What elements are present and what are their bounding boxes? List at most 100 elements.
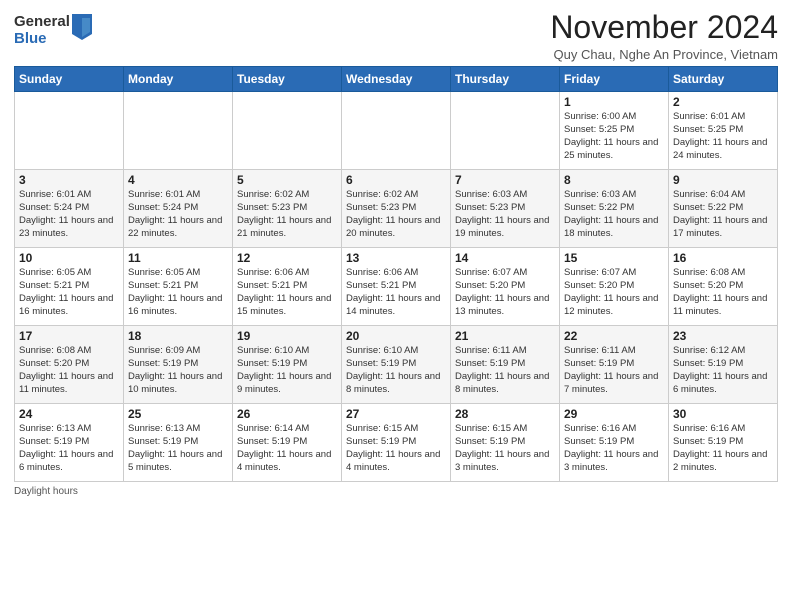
day-number: 29	[564, 407, 664, 421]
calendar-cell: 7 Sunrise: 6:03 AM Sunset: 5:23 PM Daylig…	[451, 170, 560, 248]
calendar-cell: 1Sunrise: 6:00 AM Sunset: 5:25 PM Daylig…	[560, 92, 669, 170]
week-row-3: 10 Sunrise: 6:05 AM Sunset: 5:21 PM Dayli…	[15, 248, 778, 326]
col-header-monday: Monday	[124, 67, 233, 92]
calendar-cell	[15, 92, 124, 170]
calendar-cell	[233, 92, 342, 170]
calendar-header-row: SundayMondayTuesdayWednesdayThursdayFrid…	[15, 67, 778, 92]
week-row-4: 17 Sunrise: 6:08 AM Sunset: 5:20 PM Dayli…	[15, 326, 778, 404]
day-info: Sunrise: 6:16 AM Sunset: 5:19 PM Dayligh…	[564, 423, 664, 474]
day-number: 15	[564, 251, 664, 265]
calendar-cell: 15 Sunrise: 6:07 AM Sunset: 5:20 PM Dayli…	[560, 248, 669, 326]
day-number: 12	[237, 251, 337, 265]
col-header-wednesday: Wednesday	[342, 67, 451, 92]
week-row-5: 24 Sunrise: 6:13 AM Sunset: 5:19 PM Dayli…	[15, 404, 778, 482]
day-info: Sunrise: 6:02 AM Sunset: 5:23 PM Dayligh…	[346, 189, 446, 240]
day-number: 28	[455, 407, 555, 421]
day-number: 6	[346, 173, 446, 187]
calendar-table: SundayMondayTuesdayWednesdayThursdayFrid…	[14, 66, 778, 482]
day-info: Sunrise: 6:11 AM Sunset: 5:19 PM Dayligh…	[564, 345, 664, 396]
day-number: 23	[673, 329, 773, 343]
header: General Blue November 2024 Quy Chau, Ngh…	[14, 10, 778, 62]
calendar-cell	[124, 92, 233, 170]
day-number: 18	[128, 329, 228, 343]
logo: General Blue	[14, 14, 92, 47]
day-number: 27	[346, 407, 446, 421]
day-info: Sunrise: 6:10 AM Sunset: 5:19 PM Dayligh…	[237, 345, 337, 396]
col-header-thursday: Thursday	[451, 67, 560, 92]
day-info: Sunrise: 6:11 AM Sunset: 5:19 PM Dayligh…	[455, 345, 555, 396]
calendar-cell: 20Sunrise: 6:10 AM Sunset: 5:19 PM Dayli…	[342, 326, 451, 404]
logo-blue: Blue	[14, 31, 70, 48]
day-number: 17	[19, 329, 119, 343]
day-info: Sunrise: 6:06 AM Sunset: 5:21 PM Dayligh…	[346, 267, 446, 318]
day-info: Sunrise: 6:10 AM Sunset: 5:19 PM Dayligh…	[346, 345, 446, 396]
day-number: 22	[564, 329, 664, 343]
col-header-friday: Friday	[560, 67, 669, 92]
day-info: Sunrise: 6:13 AM Sunset: 5:19 PM Dayligh…	[19, 423, 119, 474]
day-info: Sunrise: 6:06 AM Sunset: 5:21 PM Dayligh…	[237, 267, 337, 318]
day-info: Sunrise: 6:03 AM Sunset: 5:22 PM Dayligh…	[564, 189, 664, 240]
calendar-cell: 14Sunrise: 6:07 AM Sunset: 5:20 PM Dayli…	[451, 248, 560, 326]
day-info: Sunrise: 6:08 AM Sunset: 5:20 PM Dayligh…	[19, 345, 119, 396]
col-header-tuesday: Tuesday	[233, 67, 342, 92]
page-container: General Blue November 2024 Quy Chau, Ngh…	[0, 0, 792, 503]
calendar-cell: 11Sunrise: 6:05 AM Sunset: 5:21 PM Dayli…	[124, 248, 233, 326]
calendar-cell: 17 Sunrise: 6:08 AM Sunset: 5:20 PM Dayli…	[15, 326, 124, 404]
day-number: 13	[346, 251, 446, 265]
day-number: 11	[128, 251, 228, 265]
day-info: Sunrise: 6:01 AM Sunset: 5:24 PM Dayligh…	[128, 189, 228, 240]
calendar-cell: 30 Sunrise: 6:16 AM Sunset: 5:19 PM Dayli…	[669, 404, 778, 482]
calendar-cell: 12 Sunrise: 6:06 AM Sunset: 5:21 PM Dayli…	[233, 248, 342, 326]
calendar-cell: 28 Sunrise: 6:15 AM Sunset: 5:19 PM Dayli…	[451, 404, 560, 482]
day-info: Sunrise: 6:01 AM Sunset: 5:24 PM Dayligh…	[19, 189, 119, 240]
calendar-cell: 3 Sunrise: 6:01 AM Sunset: 5:24 PM Daylig…	[15, 170, 124, 248]
day-info: Sunrise: 6:14 AM Sunset: 5:19 PM Dayligh…	[237, 423, 337, 474]
calendar-cell: 8 Sunrise: 6:03 AM Sunset: 5:22 PM Daylig…	[560, 170, 669, 248]
day-number: 1	[564, 95, 664, 109]
day-info: Sunrise: 6:02 AM Sunset: 5:23 PM Dayligh…	[237, 189, 337, 240]
day-info: Sunrise: 6:01 AM Sunset: 5:25 PM Dayligh…	[673, 111, 773, 162]
calendar-cell: 16 Sunrise: 6:08 AM Sunset: 5:20 PM Dayli…	[669, 248, 778, 326]
calendar-cell: 6 Sunrise: 6:02 AM Sunset: 5:23 PM Daylig…	[342, 170, 451, 248]
calendar-cell: 26 Sunrise: 6:14 AM Sunset: 5:19 PM Dayli…	[233, 404, 342, 482]
day-info: Sunrise: 6:16 AM Sunset: 5:19 PM Dayligh…	[673, 423, 773, 474]
day-info: Sunrise: 6:15 AM Sunset: 5:19 PM Dayligh…	[455, 423, 555, 474]
day-number: 19	[237, 329, 337, 343]
title-block: November 2024 Quy Chau, Nghe An Province…	[550, 10, 778, 62]
day-number: 24	[19, 407, 119, 421]
logo-icon	[72, 14, 92, 40]
day-info: Sunrise: 6:07 AM Sunset: 5:20 PM Dayligh…	[455, 267, 555, 318]
calendar-cell: 19 Sunrise: 6:10 AM Sunset: 5:19 PM Dayli…	[233, 326, 342, 404]
day-number: 2	[673, 95, 773, 109]
day-info: Sunrise: 6:07 AM Sunset: 5:20 PM Dayligh…	[564, 267, 664, 318]
col-header-sunday: Sunday	[15, 67, 124, 92]
day-info: Sunrise: 6:15 AM Sunset: 5:19 PM Dayligh…	[346, 423, 446, 474]
day-number: 3	[19, 173, 119, 187]
footer: Daylight hours	[14, 486, 778, 497]
day-info: Sunrise: 6:08 AM Sunset: 5:20 PM Dayligh…	[673, 267, 773, 318]
day-number: 26	[237, 407, 337, 421]
logo-general: General	[14, 14, 70, 31]
day-number: 7	[455, 173, 555, 187]
day-number: 16	[673, 251, 773, 265]
day-info: Sunrise: 6:13 AM Sunset: 5:19 PM Dayligh…	[128, 423, 228, 474]
day-number: 30	[673, 407, 773, 421]
calendar-cell: 23 Sunrise: 6:12 AM Sunset: 5:19 PM Dayli…	[669, 326, 778, 404]
day-info: Sunrise: 6:03 AM Sunset: 5:23 PM Dayligh…	[455, 189, 555, 240]
day-info: Sunrise: 6:04 AM Sunset: 5:22 PM Dayligh…	[673, 189, 773, 240]
day-number: 21	[455, 329, 555, 343]
week-row-2: 3 Sunrise: 6:01 AM Sunset: 5:24 PM Daylig…	[15, 170, 778, 248]
calendar-cell: 29 Sunrise: 6:16 AM Sunset: 5:19 PM Dayli…	[560, 404, 669, 482]
day-number: 25	[128, 407, 228, 421]
calendar-cell: 4Sunrise: 6:01 AM Sunset: 5:24 PM Daylig…	[124, 170, 233, 248]
col-header-saturday: Saturday	[669, 67, 778, 92]
calendar-cell: 22 Sunrise: 6:11 AM Sunset: 5:19 PM Dayli…	[560, 326, 669, 404]
calendar-cell: 18Sunrise: 6:09 AM Sunset: 5:19 PM Dayli…	[124, 326, 233, 404]
day-info: Sunrise: 6:12 AM Sunset: 5:19 PM Dayligh…	[673, 345, 773, 396]
calendar-cell: 24 Sunrise: 6:13 AM Sunset: 5:19 PM Dayli…	[15, 404, 124, 482]
day-number: 10	[19, 251, 119, 265]
day-info: Sunrise: 6:05 AM Sunset: 5:21 PM Dayligh…	[19, 267, 119, 318]
day-number: 8	[564, 173, 664, 187]
calendar-cell: 21 Sunrise: 6:11 AM Sunset: 5:19 PM Dayli…	[451, 326, 560, 404]
month-title: November 2024	[550, 10, 778, 45]
